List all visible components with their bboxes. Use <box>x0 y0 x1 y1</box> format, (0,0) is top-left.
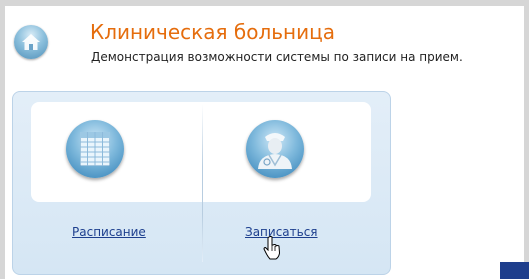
page-subtitle: Демонстрация возможности системы по запи… <box>91 50 463 64</box>
page-title: Клиническая больница <box>90 20 335 44</box>
book-appointment-link[interactable]: Записаться <box>245 225 318 239</box>
actions-panel <box>12 91 391 275</box>
taskbar-edge <box>500 262 529 279</box>
doctor-icon[interactable] <box>246 120 304 178</box>
hand-cursor-icon <box>263 236 281 264</box>
calendar-table-icon[interactable] <box>66 120 124 178</box>
schedule-link[interactable]: Расписание <box>72 225 146 239</box>
home-icon <box>14 25 48 59</box>
divider <box>202 104 203 262</box>
